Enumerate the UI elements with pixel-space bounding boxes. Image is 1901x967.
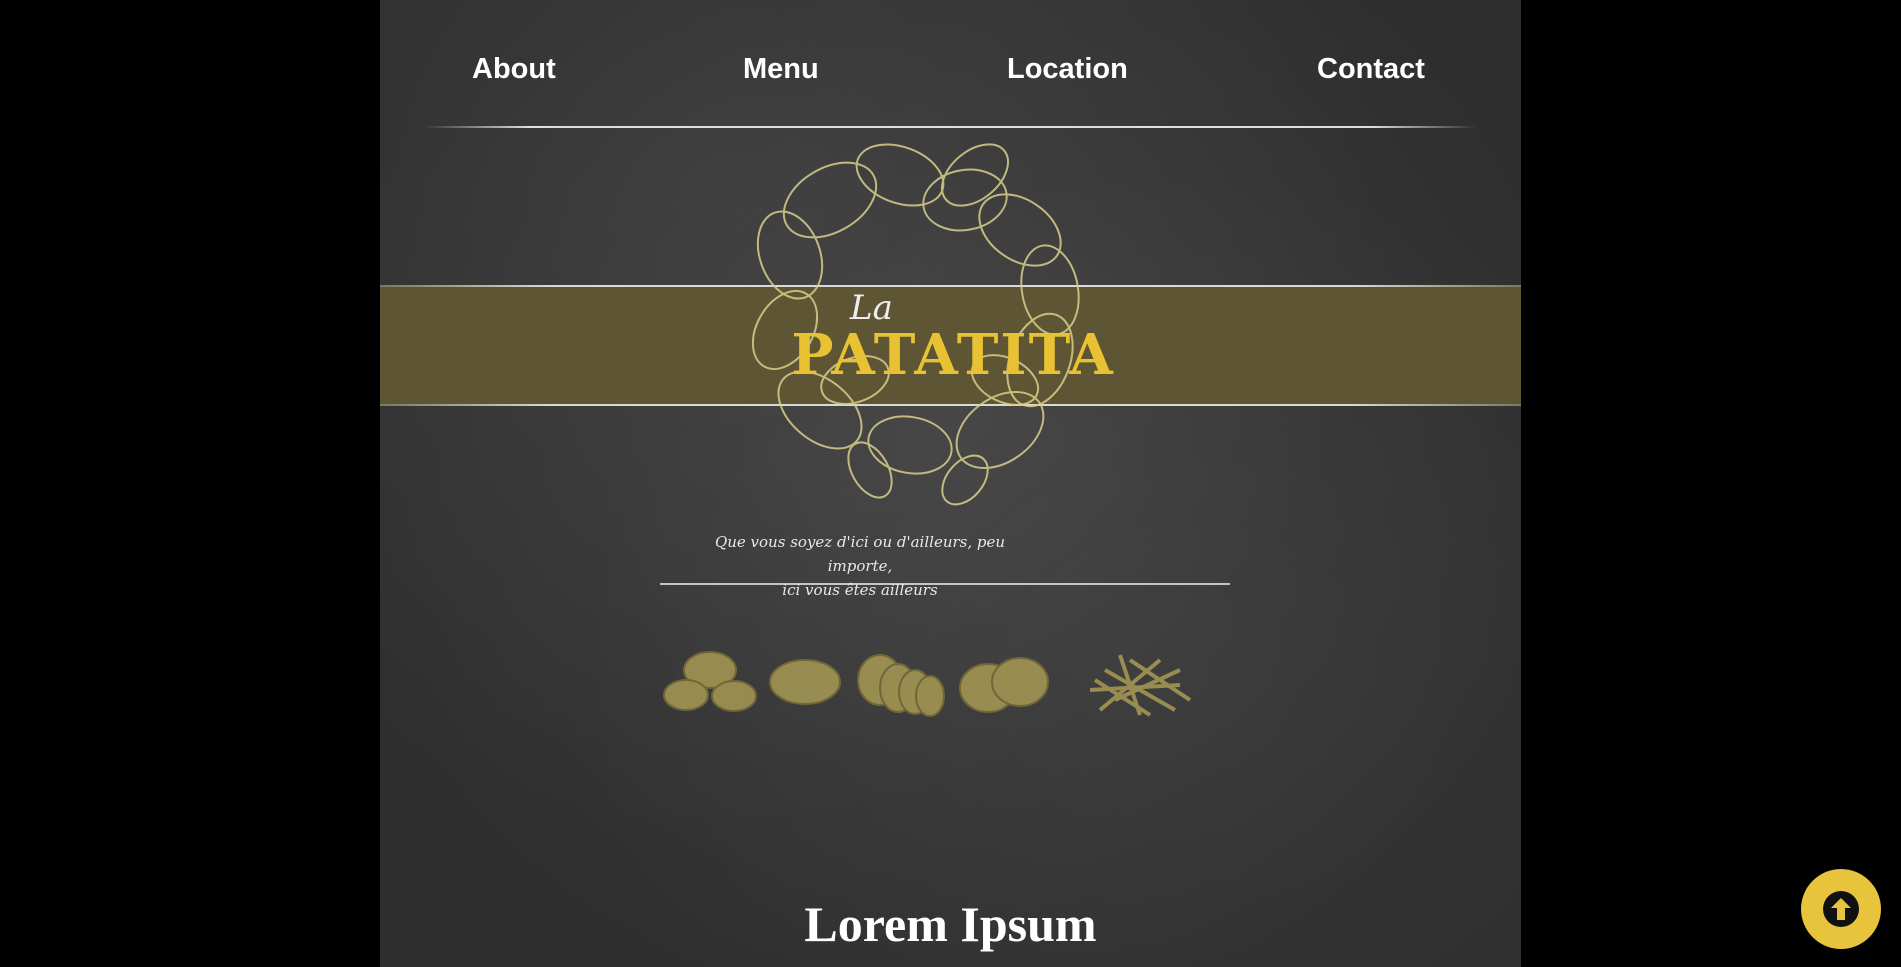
tagline: Que vous soyez d'ici ou d'ailleurs, peu … — [710, 530, 1010, 602]
scroll-to-top-button[interactable] — [1801, 869, 1881, 949]
potatoes-pile-icon — [663, 651, 757, 712]
tagline-line-1: Que vous soyez d'ici ou d'ailleurs, peu … — [714, 533, 1006, 575]
fries-icon — [1089, 654, 1192, 717]
potato-slices-icon — [959, 657, 1049, 713]
sliced-potato-icon — [857, 654, 945, 717]
potato-chip-wreath-illustration — [660, 143, 1230, 585]
scroll-to-top-icon — [1823, 891, 1859, 927]
potato-icons-row — [663, 651, 1192, 717]
logo-title: PATATITA — [791, 322, 1115, 388]
chalkboard-page: About Menu Location Contact La PATATITA … — [380, 0, 1521, 967]
section-heading: Lorem Ipsum — [804, 896, 1097, 952]
tagline-line-2: ici vous êtes ailleurs — [782, 581, 938, 599]
potato-icon — [769, 659, 841, 705]
